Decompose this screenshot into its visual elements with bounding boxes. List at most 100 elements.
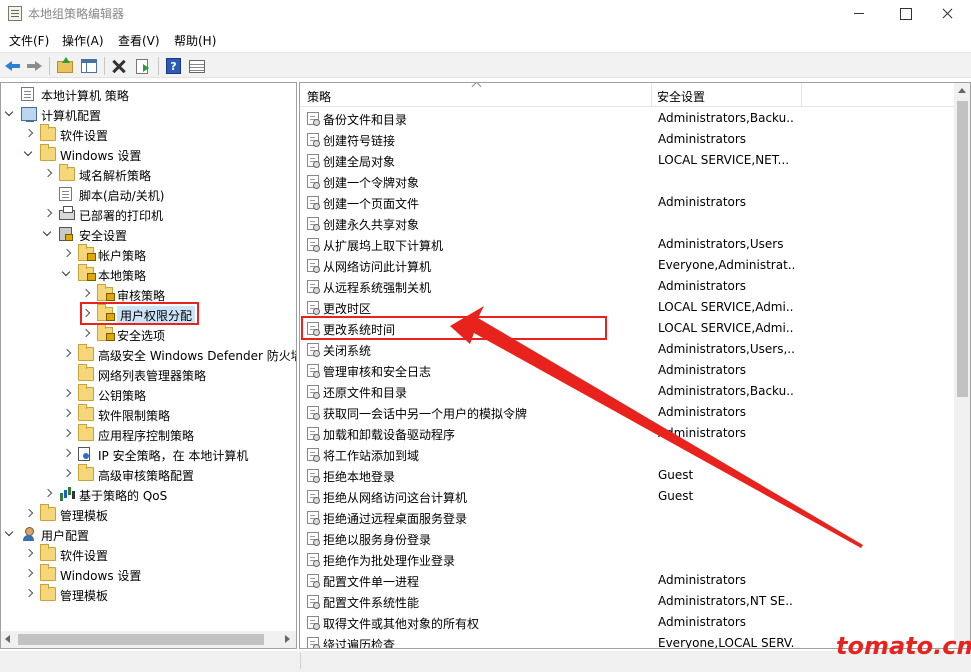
- up-one-level-button[interactable]: [56, 57, 74, 75]
- tree-item[interactable]: 基于策略的 QoS: [1, 484, 296, 504]
- expand-chevron-icon[interactable]: [62, 469, 72, 479]
- list-vertical-scrollbar[interactable]: [954, 83, 970, 648]
- expand-chevron-icon[interactable]: [43, 209, 53, 219]
- menu-action[interactable]: 操作(A): [62, 32, 104, 49]
- tree-item[interactable]: 计算机配置: [1, 104, 296, 124]
- show-hide-tree-button[interactable]: [80, 57, 98, 75]
- tree-item[interactable]: 高级审核策略配置: [1, 464, 296, 484]
- forward-button[interactable]: [25, 57, 43, 75]
- policy-row[interactable]: 拒绝从网络访问这台计算机 Guest: [300, 486, 954, 507]
- tree-item[interactable]: 安全设置: [1, 224, 296, 244]
- collapse-chevron-icon[interactable]: [43, 229, 53, 239]
- tree-item[interactable]: 软件设置: [1, 124, 296, 144]
- policy-row[interactable]: 创建全局对象 LOCAL SERVICE,NET...: [300, 150, 954, 171]
- tree-item[interactable]: 高级安全 Windows Defender 防火墙: [1, 344, 296, 364]
- minimize-button[interactable]: [836, 0, 882, 27]
- policy-row[interactable]: 创建符号链接 Administrators: [300, 129, 954, 150]
- tree-item[interactable]: 已部署的打印机: [1, 204, 296, 224]
- policy-row[interactable]: 创建永久共享对象: [300, 213, 954, 234]
- expand-chevron-icon[interactable]: [62, 449, 72, 459]
- console-tree[interactable]: 本地计算机 策略 计算机配置 软件设置 Windows 设置 域名解析策略 脚本(启动/关…: [0, 82, 297, 649]
- tree-item[interactable]: 网络列表管理器策略: [1, 364, 296, 384]
- collapse-chevron-icon[interactable]: [5, 529, 15, 539]
- expand-chevron-icon[interactable]: [81, 289, 91, 299]
- policy-row[interactable]: 创建一个令牌对象: [300, 171, 954, 192]
- tree-item[interactable]: 公钥策略: [1, 384, 296, 404]
- tree-item[interactable]: 管理模板: [1, 584, 296, 604]
- maximize-button[interactable]: [882, 0, 928, 27]
- expand-chevron-icon[interactable]: [24, 509, 34, 519]
- export-list-button[interactable]: [134, 57, 152, 75]
- menu-help[interactable]: 帮助(H): [174, 32, 216, 49]
- policy-row[interactable]: 拒绝作为批处理作业登录: [300, 549, 954, 570]
- policy-row[interactable]: 将工作站添加到域: [300, 444, 954, 465]
- policy-row[interactable]: 关闭系统 Administrators,Users,...: [300, 339, 954, 360]
- tree-item[interactable]: 域名解析策略: [1, 164, 296, 184]
- tree-item[interactable]: Windows 设置: [1, 144, 296, 164]
- tree-item[interactable]: 软件设置: [1, 544, 296, 564]
- policy-row[interactable]: 拒绝以服务身份登录: [300, 528, 954, 549]
- scroll-thumb[interactable]: [18, 634, 264, 645]
- tree-item[interactable]: 软件限制策略: [1, 404, 296, 424]
- policy-row[interactable]: 从网络访问此计算机 Everyone,Administrat...: [300, 255, 954, 276]
- policy-row[interactable]: 取得文件或其他对象的所有权 Administrators: [300, 612, 954, 633]
- expand-chevron-icon[interactable]: [62, 429, 72, 439]
- tree-horizontal-scrollbar[interactable]: [1, 631, 296, 648]
- policy-row[interactable]: 配置文件系统性能 Administrators,NT SE...: [300, 591, 954, 612]
- expand-chevron-icon[interactable]: [62, 249, 72, 259]
- expand-chevron-icon[interactable]: [81, 329, 91, 339]
- tree-item[interactable]: 应用程序控制策略: [1, 424, 296, 444]
- properties-button[interactable]: [188, 57, 206, 75]
- policy-row[interactable]: 还原文件和目录 Administrators,Backu...: [300, 381, 954, 402]
- scroll-thumb[interactable]: [957, 101, 968, 397]
- tree-item[interactable]: 管理模板: [1, 504, 296, 524]
- collapse-chevron-icon[interactable]: [5, 109, 15, 119]
- back-button[interactable]: [4, 57, 22, 75]
- expand-chevron-icon[interactable]: [62, 409, 72, 419]
- column-divider[interactable]: [651, 83, 652, 107]
- policy-row[interactable]: 从扩展坞上取下计算机 Administrators,Users: [300, 234, 954, 255]
- expand-chevron-icon[interactable]: [43, 169, 53, 179]
- policy-row[interactable]: 获取同一会话中另一个用户的模拟令牌 Administrators: [300, 402, 954, 423]
- column-header-setting[interactable]: 安全设置: [657, 88, 705, 105]
- tree-item[interactable]: 脚本(启动/关机): [1, 184, 296, 204]
- tree-item[interactable]: 本地计算机 策略: [1, 84, 296, 104]
- menu-file[interactable]: 文件(F): [9, 32, 49, 49]
- policy-row[interactable]: 备份文件和目录 Administrators,Backu...: [300, 108, 954, 129]
- expand-chevron-icon[interactable]: [24, 569, 34, 579]
- column-header-policy[interactable]: 策略: [307, 88, 331, 105]
- delete-button[interactable]: [110, 57, 128, 75]
- collapse-chevron-icon[interactable]: [62, 269, 72, 279]
- help-button[interactable]: ?: [165, 57, 183, 75]
- security-setting: Administrators: [658, 426, 747, 440]
- tree-item[interactable]: 本地策略: [1, 264, 296, 284]
- collapse-chevron-icon[interactable]: [24, 149, 34, 159]
- expand-chevron-icon[interactable]: [24, 129, 34, 139]
- expand-chevron-icon[interactable]: [62, 389, 72, 399]
- tree-item[interactable]: Windows 设置: [1, 564, 296, 584]
- tree-item[interactable]: 安全选项: [1, 324, 296, 344]
- column-divider[interactable]: [801, 83, 802, 107]
- tree-item[interactable]: 帐户策略: [1, 244, 296, 264]
- tree-item[interactable]: 用户配置: [1, 524, 296, 544]
- policy-row[interactable]: 管理审核和安全日志 Administrators: [300, 360, 954, 381]
- policy-row[interactable]: 更改时区 LOCAL SERVICE,Admi...: [300, 297, 954, 318]
- policy-row[interactable]: 拒绝通过远程桌面服务登录: [300, 507, 954, 528]
- tree-item[interactable]: 审核策略: [1, 284, 296, 304]
- expand-chevron-icon[interactable]: [62, 349, 72, 359]
- tree-item[interactable]: IP 安全策略，在 本地计算机: [1, 444, 296, 464]
- policy-row[interactable]: 创建一个页面文件 Administrators: [300, 192, 954, 213]
- expand-chevron-icon[interactable]: [43, 489, 53, 499]
- expand-chevron-icon[interactable]: [24, 549, 34, 559]
- scroll-right-icon[interactable]: [285, 635, 290, 643]
- scroll-up-icon[interactable]: [958, 88, 966, 93]
- policy-row[interactable]: 从远程系统强制关机 Administrators: [300, 276, 954, 297]
- policy-row[interactable]: 加载和卸载设备驱动程序 Administrators: [300, 423, 954, 444]
- expand-chevron-icon[interactable]: [24, 589, 34, 599]
- policy-list[interactable]: 策略 安全设置 备份文件和目录 Administrators,Backu... 创建…: [299, 82, 971, 649]
- policy-row[interactable]: 拒绝本地登录 Guest: [300, 465, 954, 486]
- menu-view[interactable]: 查看(V): [118, 32, 160, 49]
- policy-row[interactable]: 配置文件单一进程 Administrators: [300, 570, 954, 591]
- scroll-left-icon[interactable]: [5, 635, 10, 643]
- close-button[interactable]: [925, 0, 971, 27]
